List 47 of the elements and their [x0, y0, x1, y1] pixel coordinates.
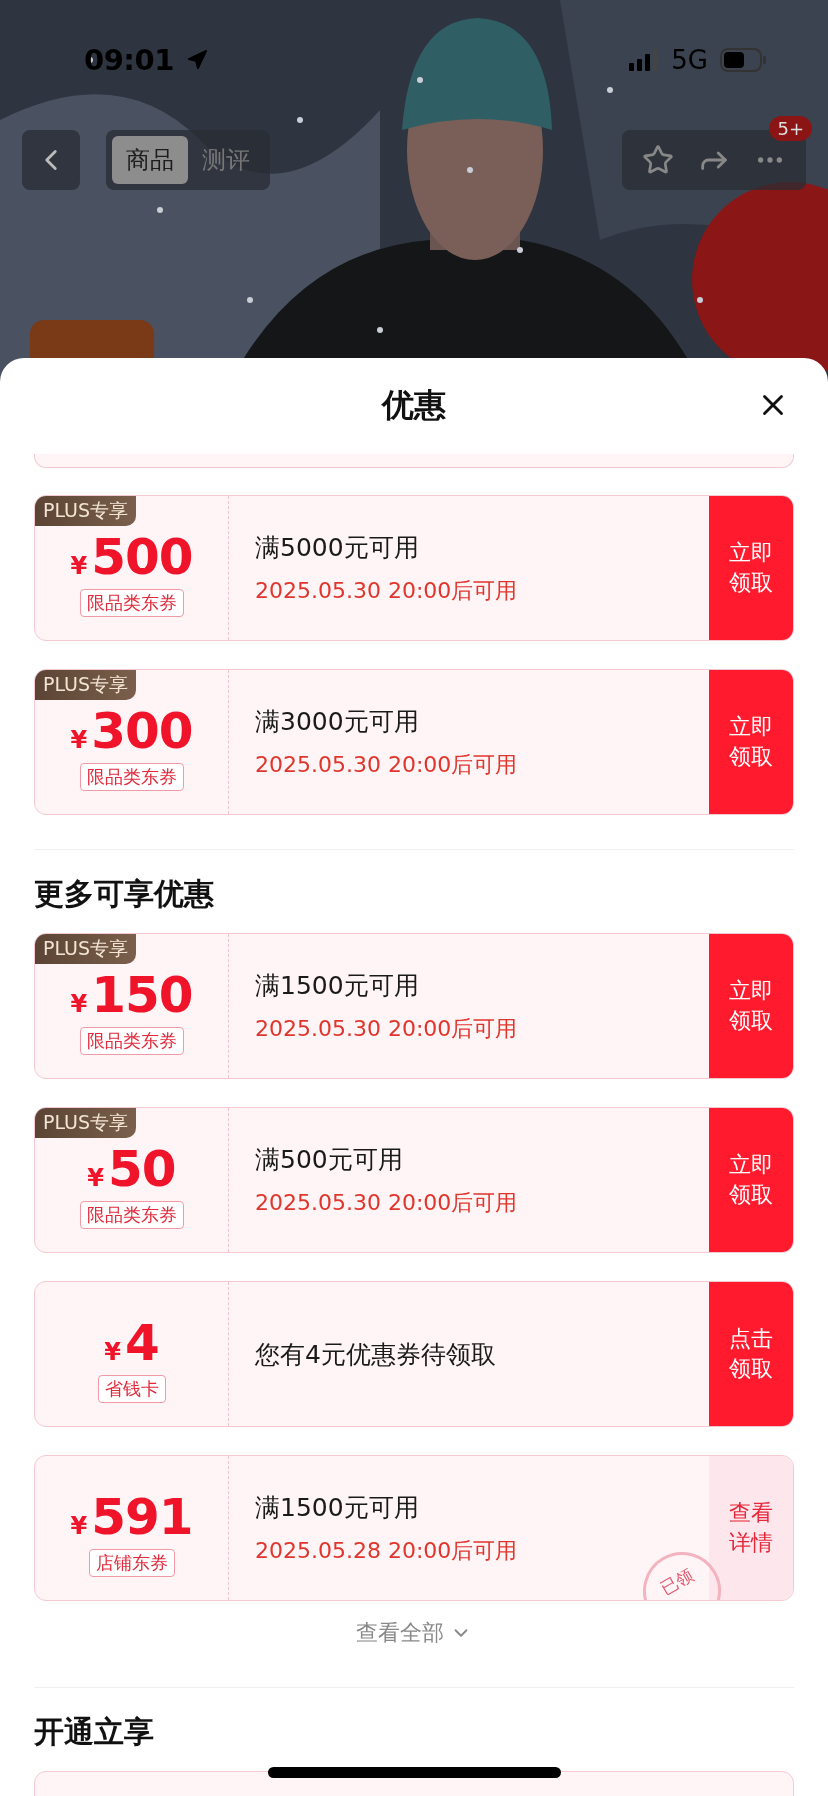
notification-badge: 5+	[769, 116, 812, 141]
section-title: 更多可享优惠	[33, 875, 215, 913]
coupon-category: 限品类东券	[79, 763, 184, 791]
coupon-validity: 2025.05.30 20:00后可用	[255, 1188, 519, 1217]
coupon-condition: 满3000元可用	[255, 705, 420, 738]
coupon-amount: ¥4	[104, 1315, 159, 1371]
coupon-amount: ¥591	[70, 1489, 193, 1545]
coupon-category: 限品类东券	[79, 589, 184, 617]
coupon-condition: 满5000元可用	[255, 531, 420, 564]
coupon-category: 店铺东券	[88, 1549, 175, 1577]
plus-tag: PLUS专享	[35, 1108, 137, 1138]
tab[interactable]: 测评	[188, 136, 264, 184]
claim-button[interactable]: 立即领取	[709, 670, 793, 814]
coupon-validity: 2025.05.28 20:00后可用	[255, 1536, 519, 1565]
coupon-validity: 2025.05.30 20:00后可用	[255, 1014, 519, 1043]
claim-button[interactable]: 立即领取	[709, 496, 793, 640]
plus-tag: PLUS专享	[35, 670, 137, 700]
section-title: 开通立享	[33, 1713, 155, 1751]
signal-icon	[629, 49, 660, 71]
coupon-condition: 您有4元优惠券待领取	[255, 1338, 497, 1371]
coupon-amount: ¥500	[70, 529, 193, 585]
star-icon[interactable]	[641, 144, 674, 176]
plus-tag: PLUS专享	[35, 496, 137, 526]
details-button[interactable]: 查看详情	[709, 1456, 793, 1600]
coupon-category: 限品类东券	[79, 1201, 184, 1229]
tab[interactable]: 商品	[112, 136, 188, 184]
coupon-condition: 满500元可用	[255, 1143, 404, 1176]
coupon-condition: 满1500元可用	[255, 969, 420, 1002]
sheet-title: 优惠	[382, 385, 446, 426]
status-time: 09:01	[84, 43, 174, 77]
claim-button[interactable]: 立即领取	[709, 1108, 793, 1252]
coupon-amount: ¥50	[87, 1141, 176, 1197]
coupon-validity: 2025.05.30 20:00后可用	[255, 750, 519, 779]
view-all-link[interactable]: 查看全部	[350, 1601, 478, 1665]
coupon-category: 限品类东券	[79, 1027, 184, 1055]
back-button[interactable]	[22, 130, 80, 190]
coupon-condition: 满1500元可用	[255, 1491, 420, 1524]
coupon-amount: ¥300	[70, 703, 193, 759]
coupon-amount: ¥150	[70, 967, 193, 1023]
battery-icon	[720, 48, 768, 72]
coupon-validity: 2025.05.30 20:00后可用	[255, 576, 519, 605]
location-icon	[185, 49, 208, 71]
claim-button[interactable]: 点击领取	[709, 1282, 793, 1426]
coupon-category: 省钱卡	[97, 1375, 166, 1403]
claim-button[interactable]: 立即领取	[709, 934, 793, 1078]
network-label: 5G	[671, 45, 708, 75]
plus-tag: PLUS专享	[35, 934, 137, 964]
